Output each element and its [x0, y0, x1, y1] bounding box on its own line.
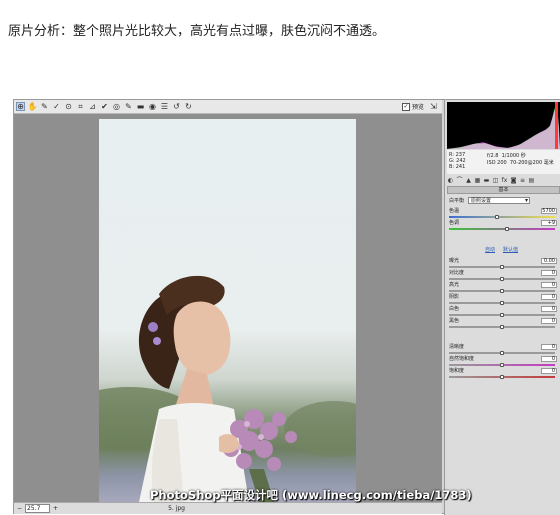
slider-value-field[interactable]: 0 [541, 282, 557, 288]
slider-handle[interactable] [500, 313, 504, 317]
slider-track[interactable] [449, 228, 555, 230]
slider-value-field[interactable]: 0.00 [541, 258, 557, 264]
color-sampler-icon[interactable]: ✓ [52, 102, 61, 111]
zoom-out-icon[interactable]: − [17, 505, 22, 512]
status-bar: − 25.7 + 5. jpg [14, 502, 442, 514]
spot-removal-icon[interactable]: ✔ [100, 102, 109, 111]
slider-row: 饱和度 0 [449, 368, 559, 382]
slider-value-field[interactable]: 0 [541, 270, 557, 276]
pixel-readout: R: 237 G: 242 B: 241 f/2.8 1/1000 秒 ISO … [447, 150, 560, 174]
hand-icon[interactable]: ✋ [28, 102, 38, 111]
slider-label: 对比度 [449, 270, 465, 276]
slider-value-field[interactable]: +9 [541, 220, 557, 226]
slider-handle[interactable] [500, 289, 504, 293]
image-canvas[interactable] [14, 114, 442, 502]
lens-value: 70-200@200 毫米 [509, 160, 554, 166]
blue-value: B: 241 [449, 164, 466, 170]
targeted-adjustment-icon[interactable]: ⊙ [64, 102, 73, 111]
graduated-filter-icon[interactable]: ▬ [136, 102, 145, 111]
camera-raw-window: ⊕ ✋ ✎ ✓ ⊙ ⌗ ⊿ ✔ ◎ ✎ ▬ ◉ ☰ ↺ ↻ ✓ 预览 ⇲ − 2… [13, 99, 560, 515]
zoom-level-field[interactable]: 25.7 [25, 504, 51, 513]
preview-toggle[interactable]: ✓ 预览 [402, 102, 424, 111]
preferences-icon[interactable]: ☰ [160, 102, 169, 111]
presets-tab-icon[interactable]: ≡ [519, 177, 526, 184]
histogram [447, 102, 560, 149]
section-title: 基本 [447, 186, 560, 194]
basic-tab-icon[interactable]: ◐ [447, 177, 454, 184]
slider-value-field[interactable]: 5700 [541, 208, 557, 214]
white-balance-select[interactable]: 原照设置 [468, 197, 531, 204]
fullscreen-icon[interactable]: ⇲ [430, 102, 437, 111]
slider-label: 曝光 [449, 258, 460, 264]
slider-track[interactable] [449, 216, 555, 218]
white-balance-row: 白平衡 原照设置 [449, 197, 560, 204]
slider-label: 清晰度 [449, 344, 465, 350]
camera-calibration-tab-icon[interactable]: ◙ [510, 177, 517, 184]
slider-label: 白色 [449, 306, 460, 312]
zoom-in-icon[interactable]: + [53, 505, 58, 512]
split-toning-tab-icon[interactable]: ▬ [483, 177, 490, 184]
red-eye-icon[interactable]: ◎ [112, 102, 121, 111]
slider-value-field[interactable]: 0 [541, 294, 557, 300]
watermark: PhotoShop平面设计吧 (www.linecg.com/tieba/178… [150, 488, 472, 502]
slider-handle[interactable] [500, 325, 504, 329]
effects-tab-icon[interactable]: fx [501, 177, 508, 184]
straighten-icon[interactable]: ⊿ [88, 102, 97, 111]
slider-value-field[interactable]: 0 [541, 306, 557, 312]
slider-label: 饱和度 [449, 368, 465, 374]
hsl-tab-icon[interactable]: ▦ [474, 177, 481, 184]
white-balance-icon[interactable]: ✎ [40, 102, 49, 111]
slider-handle[interactable] [500, 351, 504, 355]
slider-handle[interactable] [505, 227, 510, 231]
auto-default-links: 自动 默认值 [485, 246, 518, 253]
slider-value-field[interactable]: 0 [541, 344, 557, 350]
detail-tab-icon[interactable]: ▲ [465, 177, 472, 184]
adjustments-panel: R: 237 G: 242 B: 241 f/2.8 1/1000 秒 ISO … [444, 100, 560, 515]
portrait-image [99, 275, 356, 502]
slider-label: 自然饱和度 [449, 356, 475, 362]
slider-handle[interactable] [500, 265, 504, 269]
rotate-left-icon[interactable]: ↺ [172, 102, 181, 111]
tone-curve-tab-icon[interactable]: ⌒ [456, 177, 463, 184]
slider-handle[interactable] [500, 363, 504, 367]
radial-filter-icon[interactable]: ◉ [148, 102, 157, 111]
iso-value: ISO 200 [487, 160, 507, 166]
preview-label: 预览 [412, 104, 425, 111]
slider-label: 色温 [449, 208, 460, 214]
slider-label: 高光 [449, 282, 460, 288]
slider-label: 阴影 [449, 294, 460, 300]
default-link[interactable]: 默认值 [503, 246, 518, 253]
lens-tab-icon[interactable]: ◫ [492, 177, 499, 184]
auto-link[interactable]: 自动 [485, 246, 495, 253]
slider-handle[interactable] [500, 375, 504, 379]
slider-label: 黑色 [449, 318, 460, 324]
aperture-value: f/2.8 [487, 153, 499, 159]
caption: 原片分析：整个照片光比较大，高光有点过曝，肤色沉闷不通透。 [8, 24, 386, 39]
slider-handle[interactable] [494, 215, 499, 219]
file-info: 5. jpg [168, 505, 185, 512]
slider-label: 色调 [449, 220, 460, 226]
slider-value-field[interactable]: 0 [541, 356, 557, 362]
slider-row: 色调 +9 [449, 220, 559, 234]
zoom-icon[interactable]: ⊕ [16, 102, 25, 111]
rotate-right-icon[interactable]: ↻ [184, 102, 193, 111]
slider-handle[interactable] [500, 277, 504, 281]
crop-icon[interactable]: ⌗ [76, 102, 85, 111]
photo-preview [99, 119, 356, 502]
slider-row: 黑色 0 [449, 318, 559, 332]
preview-checkbox[interactable]: ✓ [402, 102, 410, 111]
panel-tabs: ◐ ⌒ ▲ ▦ ▬ ◫ fx ◙ ≡ ▤ [447, 177, 560, 185]
snapshots-tab-icon[interactable]: ▤ [528, 177, 535, 184]
slider-handle[interactable] [500, 301, 504, 305]
slider-value-field[interactable]: 0 [541, 318, 557, 324]
toolbar: ⊕ ✋ ✎ ✓ ⊙ ⌗ ⊿ ✔ ◎ ✎ ▬ ◉ ☰ ↺ ↻ ✓ 预览 ⇲ [14, 100, 442, 114]
slider-value-field[interactable]: 0 [541, 368, 557, 374]
white-balance-label: 白平衡 [449, 198, 465, 204]
shutter-value: 1/1000 秒 [501, 153, 526, 159]
adjustment-brush-icon[interactable]: ✎ [124, 102, 133, 111]
